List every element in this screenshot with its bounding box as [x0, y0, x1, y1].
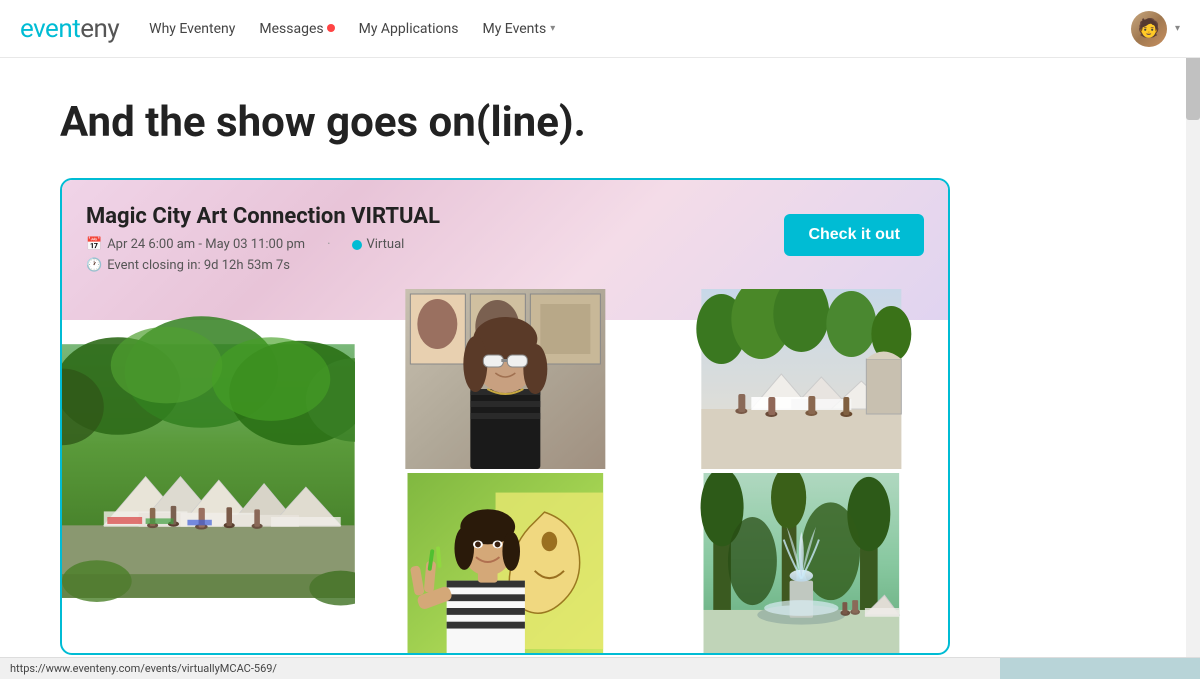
logo-eny-part: eny [80, 14, 119, 44]
nav-messages[interactable]: Messages [259, 21, 334, 37]
hero-title: And the show goes on(line). [60, 98, 1140, 148]
photo-woman-peace-sign [359, 473, 652, 653]
status-bar-right-area [1000, 658, 1200, 679]
avatar-image: 🧑 [1131, 11, 1167, 47]
calendar-icon: 📅 [86, 237, 102, 252]
event-closing: 🕐 Event closing in: 9d 12h 53m 7s [86, 258, 924, 273]
event-date-text: Apr 24 6:00 am - May 03 11:00 pm [107, 237, 305, 252]
photo-woman-peace-sign-svg [359, 473, 652, 653]
photo-street-scene-svg [655, 289, 948, 469]
photo-fountain [655, 473, 948, 653]
status-url: https://www.eventeny.com/events/virtuall… [10, 662, 277, 675]
main-content: And the show goes on(line). Magic City A… [0, 58, 1200, 695]
nav-why-eventeny[interactable]: Why Eventeny [149, 21, 235, 37]
my-events-chevron-icon: ▾ [550, 23, 555, 34]
logo[interactable]: eventeny [20, 14, 119, 44]
event-location-type: Virtual [352, 237, 404, 252]
event-date-range: 📅 Apr 24 6:00 am - May 03 11:00 pm [86, 237, 305, 252]
event-closing-text: Event closing in: 9d 12h 53m 7s [107, 258, 290, 273]
navbar: eventeny Why Eventeny Messages My Applic… [0, 0, 1200, 58]
user-avatar[interactable]: 🧑 [1131, 11, 1167, 47]
messages-notification-dot [327, 24, 335, 32]
virtual-label: Virtual [366, 237, 404, 252]
clock-icon: 🕐 [86, 258, 102, 273]
my-events-label: My Events [482, 21, 546, 37]
nav-my-events[interactable]: My Events ▾ [482, 21, 555, 37]
photo-artist-woman-svg [359, 289, 652, 469]
photo-outdoor-market-svg [62, 289, 355, 653]
event-card-header: Magic City Art Connection VIRTUAL 📅 Apr … [86, 204, 924, 273]
messages-label: Messages [259, 21, 323, 37]
nav-right: 🧑 ▾ [1131, 11, 1180, 47]
user-menu-chevron-icon[interactable]: ▾ [1175, 23, 1180, 34]
check-it-out-button[interactable]: Check it out [784, 214, 924, 256]
event-card: Magic City Art Connection VIRTUAL 📅 Apr … [60, 178, 950, 655]
separator: · [327, 237, 330, 252]
nav-my-applications[interactable]: My Applications [359, 21, 459, 37]
virtual-dot-icon [352, 240, 362, 250]
logo-event-part: event [20, 14, 80, 44]
nav-links: Why Eventeny Messages My Applications My… [149, 21, 1131, 37]
scrollbar[interactable] [1186, 0, 1200, 679]
photo-outdoor-market [62, 289, 355, 653]
photo-fountain-svg [655, 473, 948, 653]
status-bar: https://www.eventeny.com/events/virtuall… [0, 657, 1200, 679]
photo-artist-woman [359, 289, 652, 469]
event-photo-grid [62, 289, 948, 653]
photo-street-scene [655, 289, 948, 469]
